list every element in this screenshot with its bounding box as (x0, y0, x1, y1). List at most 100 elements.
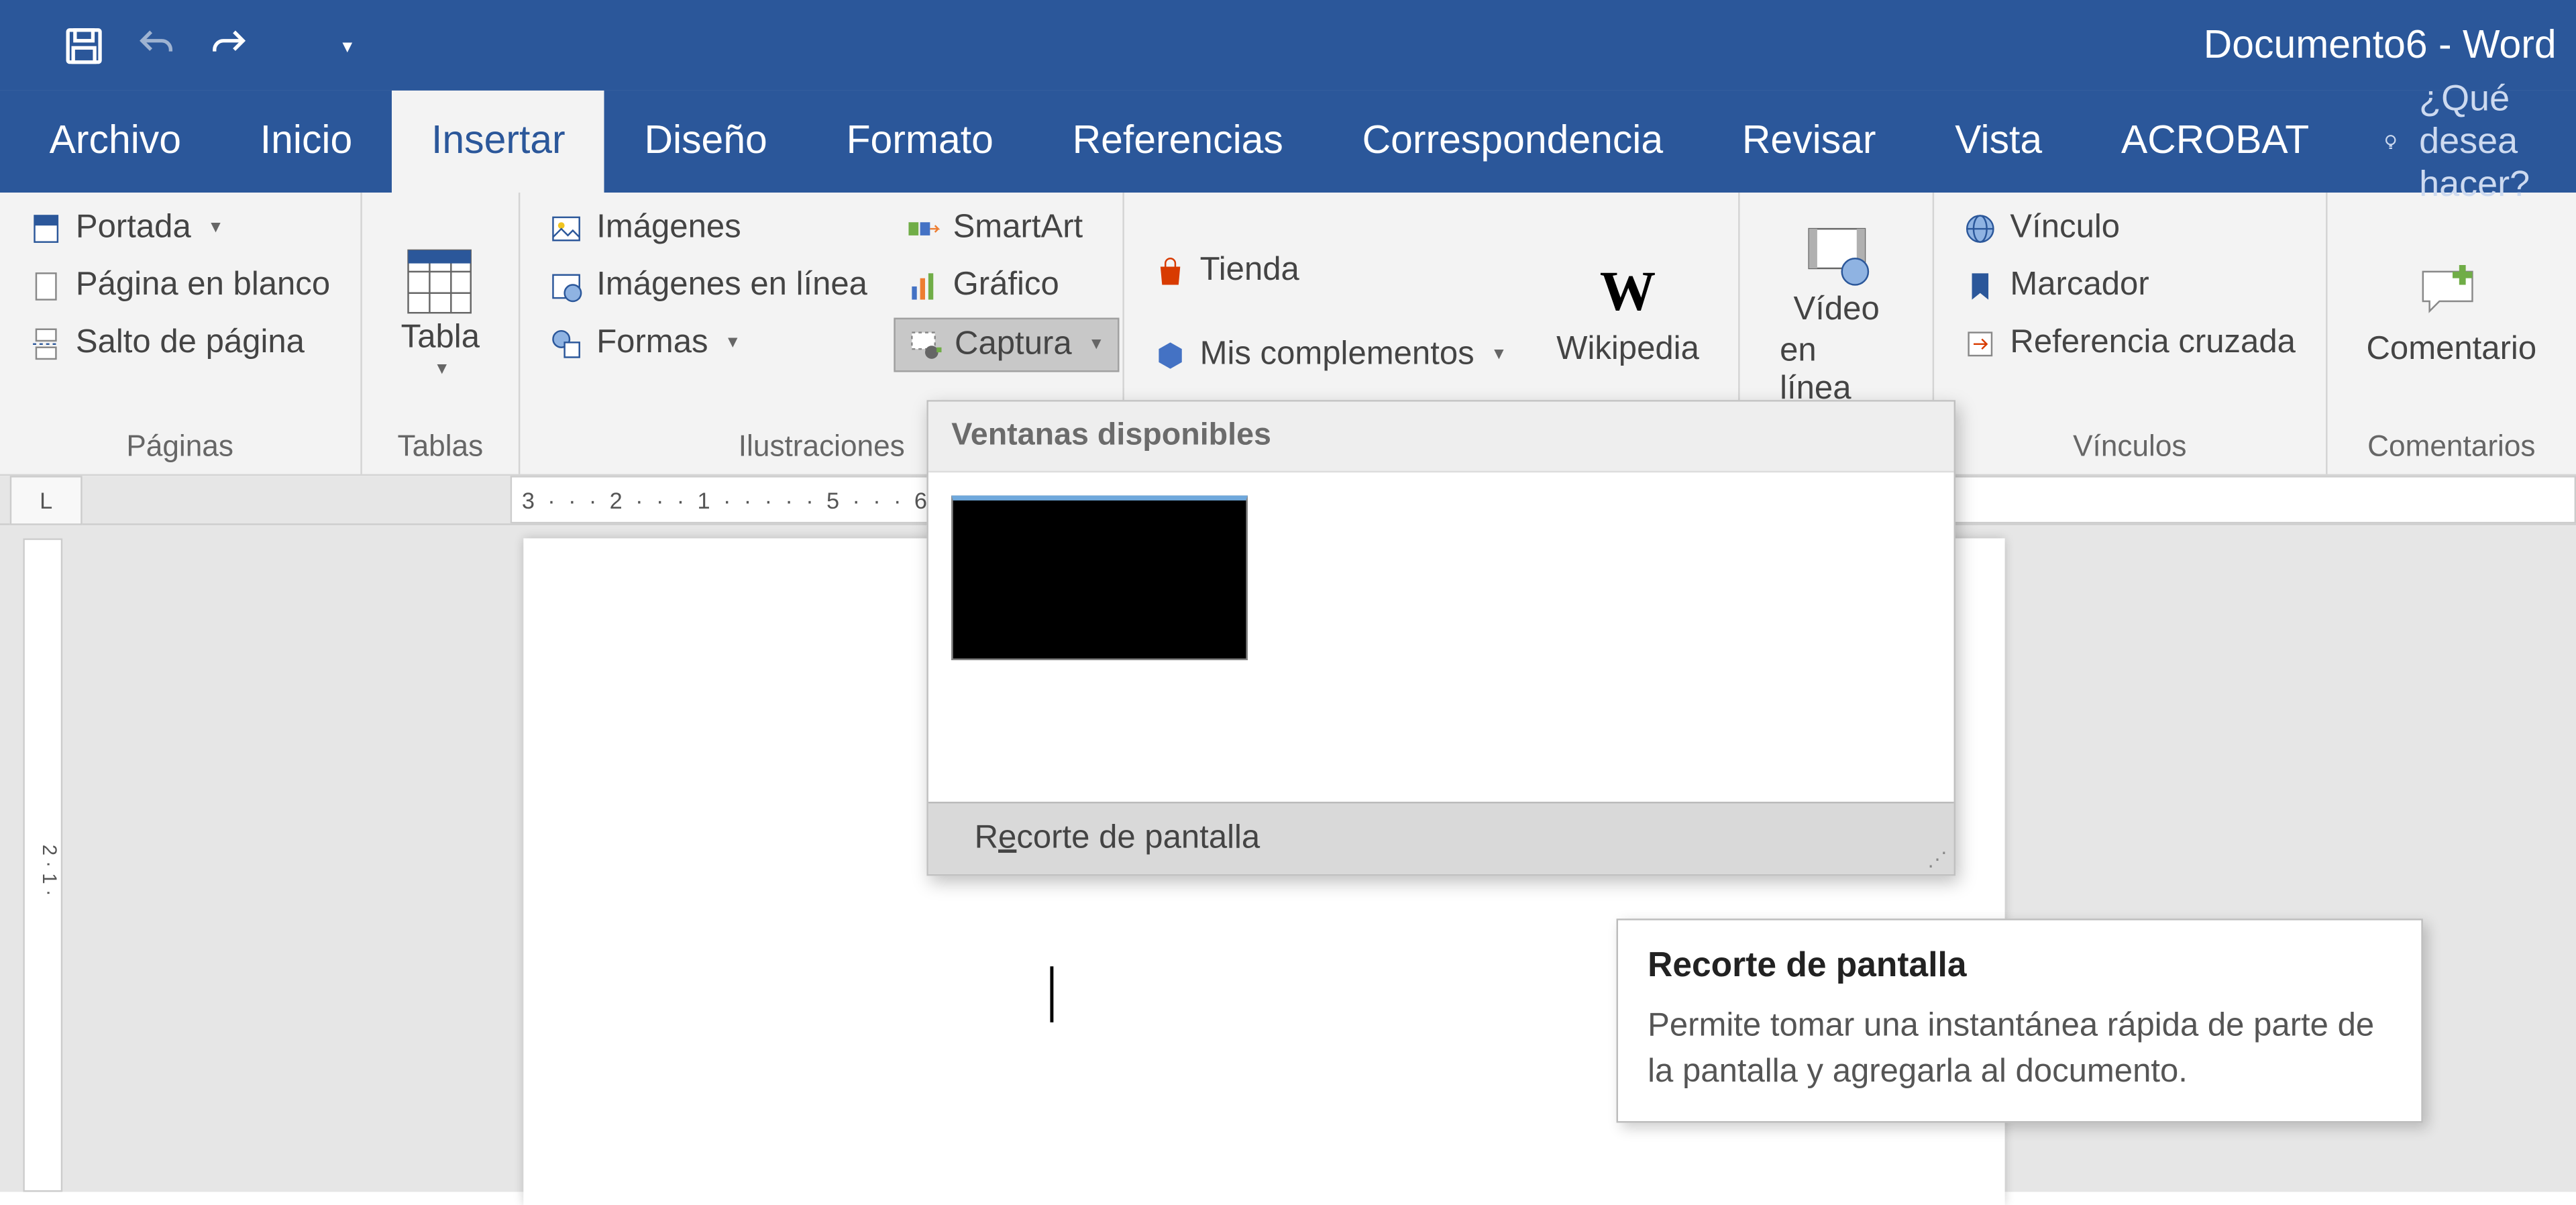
referencia-label: Referencia cruzada (2010, 324, 2296, 362)
video-en-linea-button[interactable]: Vídeo en línea (1757, 203, 1917, 423)
cover-page-icon (30, 211, 62, 244)
vinculo-label: Vínculo (2010, 209, 2120, 247)
comentario-button[interactable]: Comentario (2343, 203, 2559, 423)
captura-label: Captura (955, 326, 1072, 364)
title-bar: ▾ Documento6 - Word (0, 0, 2576, 91)
screenshot-icon (908, 329, 941, 362)
imagenes-linea-label: Imágenes en línea (596, 266, 867, 304)
store-icon (1154, 254, 1187, 287)
tab-selector[interactable]: L (10, 476, 83, 525)
tienda-label: Tienda (1200, 252, 1299, 289)
group-comentarios-label: Comentarios (2343, 423, 2559, 474)
grafico-button[interactable]: Gráfico (894, 260, 1119, 311)
mis-complementos-label: Mis complementos (1200, 336, 1474, 374)
portada-label: Portada (76, 209, 191, 247)
hyperlink-icon (1964, 211, 1997, 244)
redo-icon[interactable] (207, 24, 250, 67)
caret-icon: ▼ (724, 334, 741, 352)
tell-me-search[interactable]: ¿Qué desea hacer? (2381, 91, 2576, 193)
caret-icon: ▼ (207, 219, 223, 237)
vinculo-button[interactable]: Vínculo (1951, 203, 2309, 254)
mis-complementos-button[interactable]: Mis complementos ▼ (1140, 329, 1520, 380)
tab-formato[interactable]: Formato (807, 91, 1033, 193)
tab-diseno[interactable]: Diseño (605, 91, 807, 193)
tab-correspondencia[interactable]: Correspondencia (1323, 91, 1703, 193)
portada-button[interactable]: Portada ▼ (17, 203, 343, 254)
salto-de-pagina-button[interactable]: Salto de página (17, 318, 343, 369)
recorte-label: Recorte de pantalla (975, 820, 1260, 857)
captura-dropdown: Ventanas disponibles Recorte de pantalla… (926, 400, 1955, 876)
marcador-label: Marcador (2010, 266, 2149, 304)
smartart-label: SmartArt (953, 209, 1083, 247)
available-windows-area (928, 472, 1954, 802)
window-title: Documento6 - Word (2204, 23, 2557, 69)
ribbon-tab-bar: Archivo Inicio Insertar Diseño Formato R… (0, 91, 2576, 193)
page-break-icon (30, 327, 62, 360)
referencia-cruzada-button[interactable]: Referencia cruzada (1951, 318, 2309, 369)
tab-insertar[interactable]: Insertar (392, 91, 604, 193)
pictures-icon (550, 211, 583, 244)
salto-pagina-label: Salto de página (76, 324, 305, 362)
tooltip-title: Recorte de pantalla (1648, 947, 2392, 986)
wikipedia-button[interactable]: W Wikipedia (1534, 203, 1722, 423)
online-video-icon (1802, 218, 1871, 287)
comentario-label: Comentario (2366, 330, 2536, 368)
captura-button[interactable]: Captura ▼ (894, 318, 1119, 372)
save-icon[interactable] (62, 24, 105, 67)
wikipedia-icon: W (1593, 258, 1662, 327)
table-icon (406, 247, 475, 316)
tab-inicio[interactable]: Inicio (221, 91, 392, 193)
resize-grip-icon[interactable]: ⋰ (1927, 848, 1947, 871)
group-vinculos: Vínculo Marcador Referencia cruzada Vínc… (1935, 193, 2327, 474)
online-pictures-icon (550, 269, 583, 302)
cross-reference-icon (1964, 327, 1997, 360)
tab-acrobat[interactable]: ACROBAT (2082, 91, 2349, 193)
comment-icon (2417, 258, 2486, 327)
wikipedia-label: Wikipedia (1556, 330, 1699, 368)
qat-customize-icon[interactable]: ▾ (326, 24, 369, 67)
window-thumbnail[interactable] (951, 496, 1248, 660)
recorte-de-pantalla-item[interactable]: Recorte de pantalla ⋰ (928, 802, 1954, 874)
tooltip-body: Permite tomar una instantánea rápida de … (1648, 1002, 2392, 1094)
shapes-icon (550, 327, 583, 360)
captura-dropdown-header: Ventanas disponibles (928, 402, 1954, 473)
tab-vista[interactable]: Vista (1915, 91, 2082, 193)
tab-revisar[interactable]: Revisar (1703, 91, 1915, 193)
group-tablas: Tabla ▼ Tablas (362, 193, 521, 474)
group-comentarios: Comentario Comentarios (2327, 193, 2576, 474)
undo-icon[interactable] (135, 24, 178, 67)
group-tablas-label: Tablas (378, 423, 502, 474)
tab-archivo[interactable]: Archivo (10, 91, 221, 193)
en-linea-label: en línea (1780, 331, 1893, 407)
grafico-label: Gráfico (953, 266, 1059, 304)
group-paginas-label: Páginas (17, 423, 343, 474)
tabla-button[interactable]: Tabla ▼ (378, 203, 502, 423)
smartart-button[interactable]: SmartArt (894, 203, 1119, 254)
caret-icon: ▼ (434, 360, 450, 378)
tooltip: Recorte de pantalla Permite tomar una in… (1617, 919, 2423, 1122)
video-label: Vídeo (1793, 291, 1879, 328)
tienda-button[interactable]: Tienda (1140, 246, 1520, 297)
chart-icon (907, 269, 940, 302)
formas-label: Formas (596, 324, 708, 362)
tab-referencias[interactable]: Referencias (1033, 91, 1323, 193)
imagenes-en-linea-button[interactable]: Imágenes en línea (537, 260, 881, 311)
addins-icon (1154, 338, 1187, 371)
blank-page-icon (30, 269, 62, 302)
caret-icon: ▼ (1088, 336, 1104, 354)
vertical-ruler[interactable]: 2 · 1 · (23, 538, 62, 1192)
group-paginas: Portada ▼ Página en blanco Salto de págin… (0, 193, 362, 474)
pagina-en-blanco-button[interactable]: Página en blanco (17, 260, 343, 311)
pagina-blanco-label: Página en blanco (76, 266, 330, 304)
search-placeholder: ¿Qué desea hacer? (2419, 77, 2576, 205)
smartart-icon (907, 211, 940, 244)
imagenes-button[interactable]: Imágenes (537, 203, 881, 254)
text-cursor (1050, 966, 1053, 1022)
caret-icon: ▼ (1491, 346, 1507, 364)
marcador-button[interactable]: Marcador (1951, 260, 2309, 311)
tabla-label: Tabla (401, 319, 480, 357)
bookmark-icon (1964, 269, 1997, 302)
group-vinculos-label: Vínculos (1951, 423, 2309, 474)
formas-button[interactable]: Formas ▼ (537, 318, 881, 369)
imagenes-label: Imágenes (596, 209, 741, 247)
